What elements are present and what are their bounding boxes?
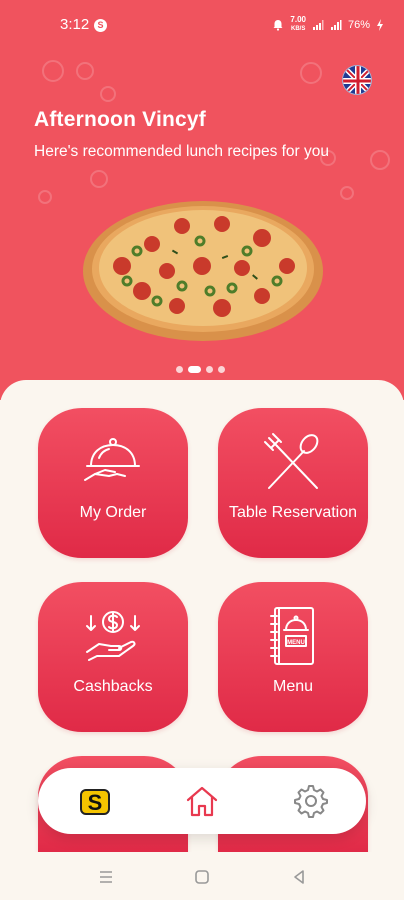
my-order-tile[interactable]: My Order xyxy=(38,408,188,558)
food-doodle-icon xyxy=(370,150,390,170)
recent-apps-icon[interactable] xyxy=(97,868,115,886)
greeting-subtitle: Here's recommended lunch recipes for you xyxy=(34,143,330,160)
serving-cloche-icon xyxy=(84,438,140,481)
hero-banner: 3:12 S 7.00 KB/S 76% Afternoon Vincyf He… xyxy=(0,0,404,400)
table-reservation-tile[interactable]: Table Reservation xyxy=(218,408,368,558)
home-system-icon[interactable] xyxy=(193,868,211,886)
carousel-dots[interactable] xyxy=(176,366,225,373)
network-speed-value: 7.00 xyxy=(290,15,306,24)
bottom-navigation: S xyxy=(38,768,366,834)
home-icon xyxy=(186,786,218,817)
signal-icon xyxy=(312,19,324,30)
back-icon[interactable] xyxy=(290,868,308,886)
status-time: 3:12 xyxy=(60,16,90,33)
food-doodle-icon xyxy=(76,62,94,80)
carousel-dot[interactable] xyxy=(218,366,225,373)
svg-text:MENU: MENU xyxy=(287,640,305,646)
alarm-icon xyxy=(273,19,283,31)
network-speed-unit: KB/S xyxy=(291,26,306,32)
status-bar: 3:12 S 7.00 KB/S 76% xyxy=(0,0,404,48)
battery-percent: 76% xyxy=(347,18,370,31)
greeting-title: Afternoon Vincyf xyxy=(34,108,206,131)
system-navigation-bar xyxy=(0,852,404,900)
food-doodle-icon xyxy=(300,62,322,84)
s-logo-letter: S xyxy=(88,790,103,815)
table-reservation-label: Table Reservation xyxy=(228,504,358,521)
status-icons: 7.00 KB/S 76% xyxy=(272,16,384,33)
food-doodle-icon xyxy=(340,186,354,200)
network-speed: 7.00 KB/S xyxy=(290,16,306,33)
food-doodle-icon xyxy=(42,60,64,82)
my-order-label: My Order xyxy=(79,504,147,521)
menu-tile[interactable]: MENU Menu xyxy=(218,582,368,732)
menu-book-icon: MENU xyxy=(270,607,314,665)
carousel-dot[interactable] xyxy=(206,366,213,373)
language-flag-button[interactable] xyxy=(342,65,372,95)
home-nav-button[interactable] xyxy=(183,782,221,820)
carousel-dot-active[interactable] xyxy=(188,366,201,373)
carousel-dot[interactable] xyxy=(176,366,183,373)
cashback-hand-icon xyxy=(86,611,140,661)
gear-icon xyxy=(294,785,328,818)
charging-icon xyxy=(377,18,383,31)
fork-spoon-icon xyxy=(264,433,319,489)
food-doodle-icon xyxy=(38,190,52,204)
signal-icon xyxy=(330,19,342,30)
food-doodle-icon xyxy=(100,86,116,102)
uk-flag-icon xyxy=(343,66,371,94)
settings-nav-button[interactable] xyxy=(292,782,330,820)
brand-logo-button[interactable]: S xyxy=(76,782,114,820)
s-logo-icon: S xyxy=(80,789,110,815)
cashbacks-tile[interactable]: Cashbacks xyxy=(38,582,188,732)
food-doodle-icon xyxy=(90,170,108,188)
menu-label: Menu xyxy=(272,678,314,695)
notification-badge: S xyxy=(94,19,107,32)
cashbacks-label: Cashbacks xyxy=(73,678,153,695)
pizza-image[interactable] xyxy=(82,196,324,342)
